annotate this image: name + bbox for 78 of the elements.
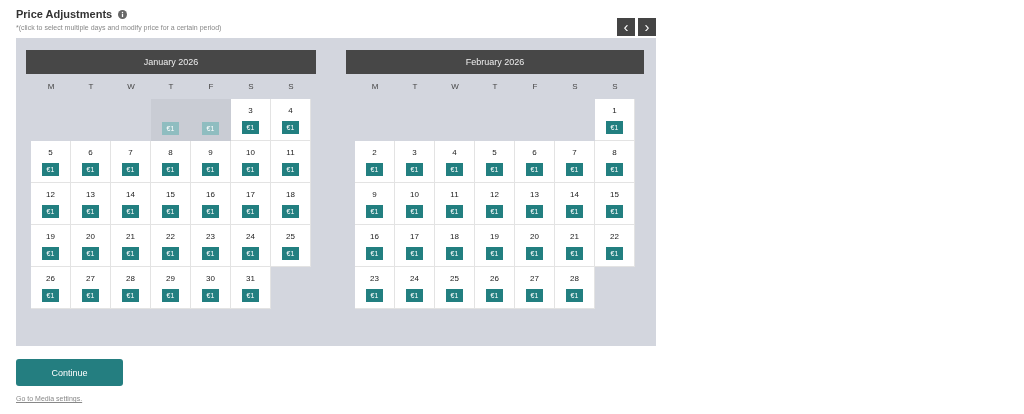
day-number: 18: [450, 231, 459, 241]
day-number: 26: [46, 273, 55, 283]
day-number: 9: [208, 147, 213, 157]
weekday-label: S: [247, 81, 255, 93]
day-number: 24: [246, 231, 255, 241]
day-number: 6: [532, 147, 537, 157]
day-number: 26: [490, 273, 499, 283]
continue-button[interactable]: Continue: [16, 359, 123, 386]
day-number: 20: [530, 231, 539, 241]
day-number: 19: [490, 231, 499, 241]
section-title: Price Adjustments: [16, 8, 113, 20]
day-number: 17: [246, 189, 255, 199]
day-number: 25: [450, 273, 459, 283]
day-number: 28: [126, 273, 135, 283]
day-number: 3: [412, 147, 417, 157]
day-number: 13: [86, 189, 95, 199]
day-number: 13: [530, 189, 539, 199]
weekday-label: M: [46, 81, 56, 93]
day-number: 4: [452, 147, 457, 157]
day-number: 11: [450, 189, 459, 199]
day-number: 3: [248, 105, 253, 115]
day-number: 29: [166, 273, 175, 283]
day-number: 23: [370, 273, 379, 283]
weekday-label: W: [126, 81, 136, 93]
day-number: 24: [410, 273, 419, 283]
weekday-label: F: [531, 81, 539, 93]
day-number: 12: [490, 189, 499, 199]
day-number: 4: [288, 105, 293, 115]
day-number: 17: [410, 231, 419, 241]
day-number: 20: [86, 231, 95, 241]
day-number: 1: [612, 105, 617, 115]
day-number: 18: [286, 189, 295, 199]
day-number: 9: [372, 189, 377, 199]
day-number: 28: [570, 273, 579, 283]
day-number: 7: [128, 147, 133, 157]
weekday-label: T: [491, 81, 499, 93]
day-number: 8: [612, 147, 617, 157]
weekday-label: S: [611, 81, 619, 93]
day-number: 30: [206, 273, 215, 283]
day-number: 19: [46, 231, 55, 241]
next-button[interactable]: ›: [638, 18, 656, 36]
day-number: 22: [166, 231, 175, 241]
day-number: 15: [610, 189, 619, 199]
day-number: 14: [570, 189, 579, 199]
day-number: 16: [370, 231, 379, 241]
day-number: 12: [46, 189, 55, 199]
day-number: 21: [570, 231, 579, 241]
day-number: 10: [246, 147, 255, 157]
day-number: 27: [86, 273, 95, 283]
day-number: 11: [286, 147, 295, 157]
day-number: 5: [48, 147, 53, 157]
day-number: 10: [410, 189, 419, 199]
day-number: 8: [168, 147, 173, 157]
day-number: 31: [246, 273, 255, 283]
weekday-label: F: [207, 81, 215, 93]
previous-button[interactable]: ‹: [617, 18, 635, 36]
day-number: 6: [88, 147, 93, 157]
weekday-label: M: [370, 81, 380, 93]
day-number: 16: [206, 189, 215, 199]
day-number: 27: [530, 273, 539, 283]
day-number: 22: [610, 231, 619, 241]
day-number: 21: [126, 231, 135, 241]
month-header: February 2026: [346, 50, 644, 74]
day-number: 7: [572, 147, 577, 157]
weekday-label: S: [287, 81, 295, 93]
weekday-label: T: [167, 81, 175, 93]
day-number: 23: [206, 231, 215, 241]
day-number: 25: [286, 231, 295, 241]
weekday-label: S: [571, 81, 579, 93]
weekday-label: T: [87, 81, 95, 93]
day-number: 2: [372, 147, 377, 157]
info-icon[interactable]: [118, 9, 128, 19]
day-number: 5: [492, 147, 497, 157]
weekday-label: T: [411, 81, 419, 93]
day-number: 15: [166, 189, 175, 199]
month-header: January 2026: [26, 50, 316, 74]
weekday-label: W: [450, 81, 460, 93]
day-number: 14: [126, 189, 135, 199]
